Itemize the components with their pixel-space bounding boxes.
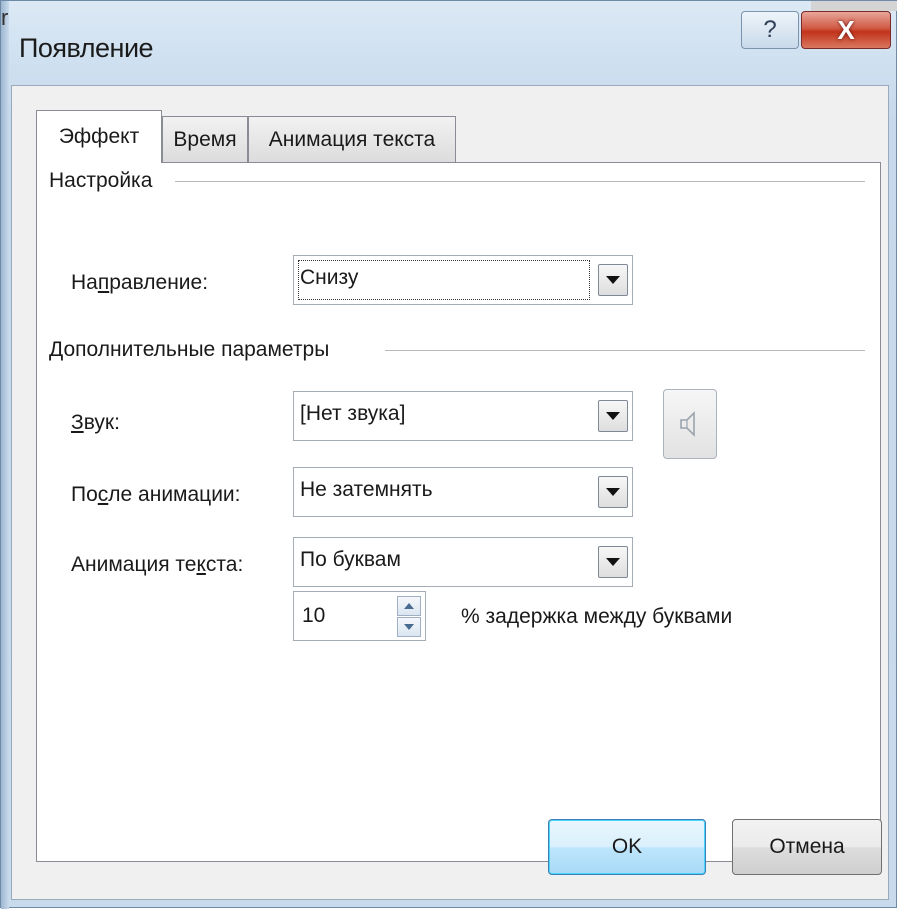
delay-decrement-button[interactable]: [397, 617, 421, 637]
tab-text-animation[interactable]: Анимация текста: [248, 116, 456, 162]
delay-label: % задержка между буквами: [461, 605, 733, 628]
close-button[interactable]: X: [801, 11, 891, 49]
delay-value: 10: [302, 604, 326, 627]
text-animation-label: Анимация текста:: [71, 553, 244, 576]
window-left-edge: [1, 1, 9, 909]
extra-group-divider: [385, 350, 865, 352]
settings-group-divider: [175, 181, 865, 183]
text-animation-dropdown-button[interactable]: [598, 546, 628, 578]
tab-time[interactable]: Время: [162, 116, 248, 162]
help-icon: ?: [763, 16, 777, 43]
cancel-button-label: Отмена: [769, 835, 845, 858]
ok-button-label: OK: [611, 835, 643, 858]
sound-label: Звук:: [71, 411, 120, 434]
window-top-right-strip: [811, 1, 897, 11]
arrow-up-icon: [404, 603, 414, 609]
chevron-down-icon: [606, 558, 620, 566]
tab-panel-effect: Настройка Направление: Снизу Дополнитель…: [36, 162, 881, 862]
help-button[interactable]: ?: [741, 11, 799, 49]
chevron-down-icon: [606, 488, 620, 496]
arrow-down-icon: [404, 624, 414, 630]
direction-value: Снизу: [300, 266, 359, 289]
chevron-down-icon: [606, 276, 620, 284]
dialog-client-area: Эффект Время Анимация текста Настройка Н…: [11, 85, 889, 900]
text-animation-value: По буквам: [300, 548, 401, 571]
corner-mark: r: [1, 5, 9, 30]
after-animation-select[interactable]: Не затемнять: [293, 467, 633, 517]
chevron-down-icon: [606, 412, 620, 420]
cancel-button[interactable]: Отмена: [732, 819, 882, 875]
direction-select[interactable]: Снизу: [293, 255, 633, 305]
text-animation-select[interactable]: По буквам: [293, 537, 633, 587]
close-icon: X: [837, 14, 855, 45]
sound-preview-button[interactable]: [663, 389, 717, 459]
delay-increment-button[interactable]: [397, 596, 421, 616]
tab-effect[interactable]: Эффект: [36, 110, 162, 163]
dialog-window: r Появление ? X Эффект Время Анимация те…: [0, 0, 897, 909]
sound-value: [Нет звука]: [300, 402, 406, 425]
tab-text-animation-label: Анимация текста: [268, 127, 436, 151]
after-animation-value: Не затемнять: [300, 478, 433, 501]
dialog-title: Появление: [19, 33, 154, 63]
sound-dropdown-button[interactable]: [598, 400, 628, 432]
direction-dropdown-button[interactable]: [598, 264, 628, 296]
tab-effect-label: Эффект: [58, 125, 140, 148]
direction-label: Направление:: [71, 271, 209, 294]
delay-stepper[interactable]: 10: [293, 591, 426, 641]
extra-group-title: Дополнительные параметры: [49, 338, 336, 362]
after-animation-label: После анимации:: [71, 483, 241, 506]
after-animation-dropdown-button[interactable]: [598, 476, 628, 508]
ok-button[interactable]: OK: [548, 819, 706, 875]
settings-group-title: Настройка: [49, 169, 159, 193]
speaker-icon: [680, 411, 695, 437]
tab-time-label: Время: [173, 127, 237, 151]
sound-select[interactable]: [Нет звука]: [293, 391, 633, 441]
